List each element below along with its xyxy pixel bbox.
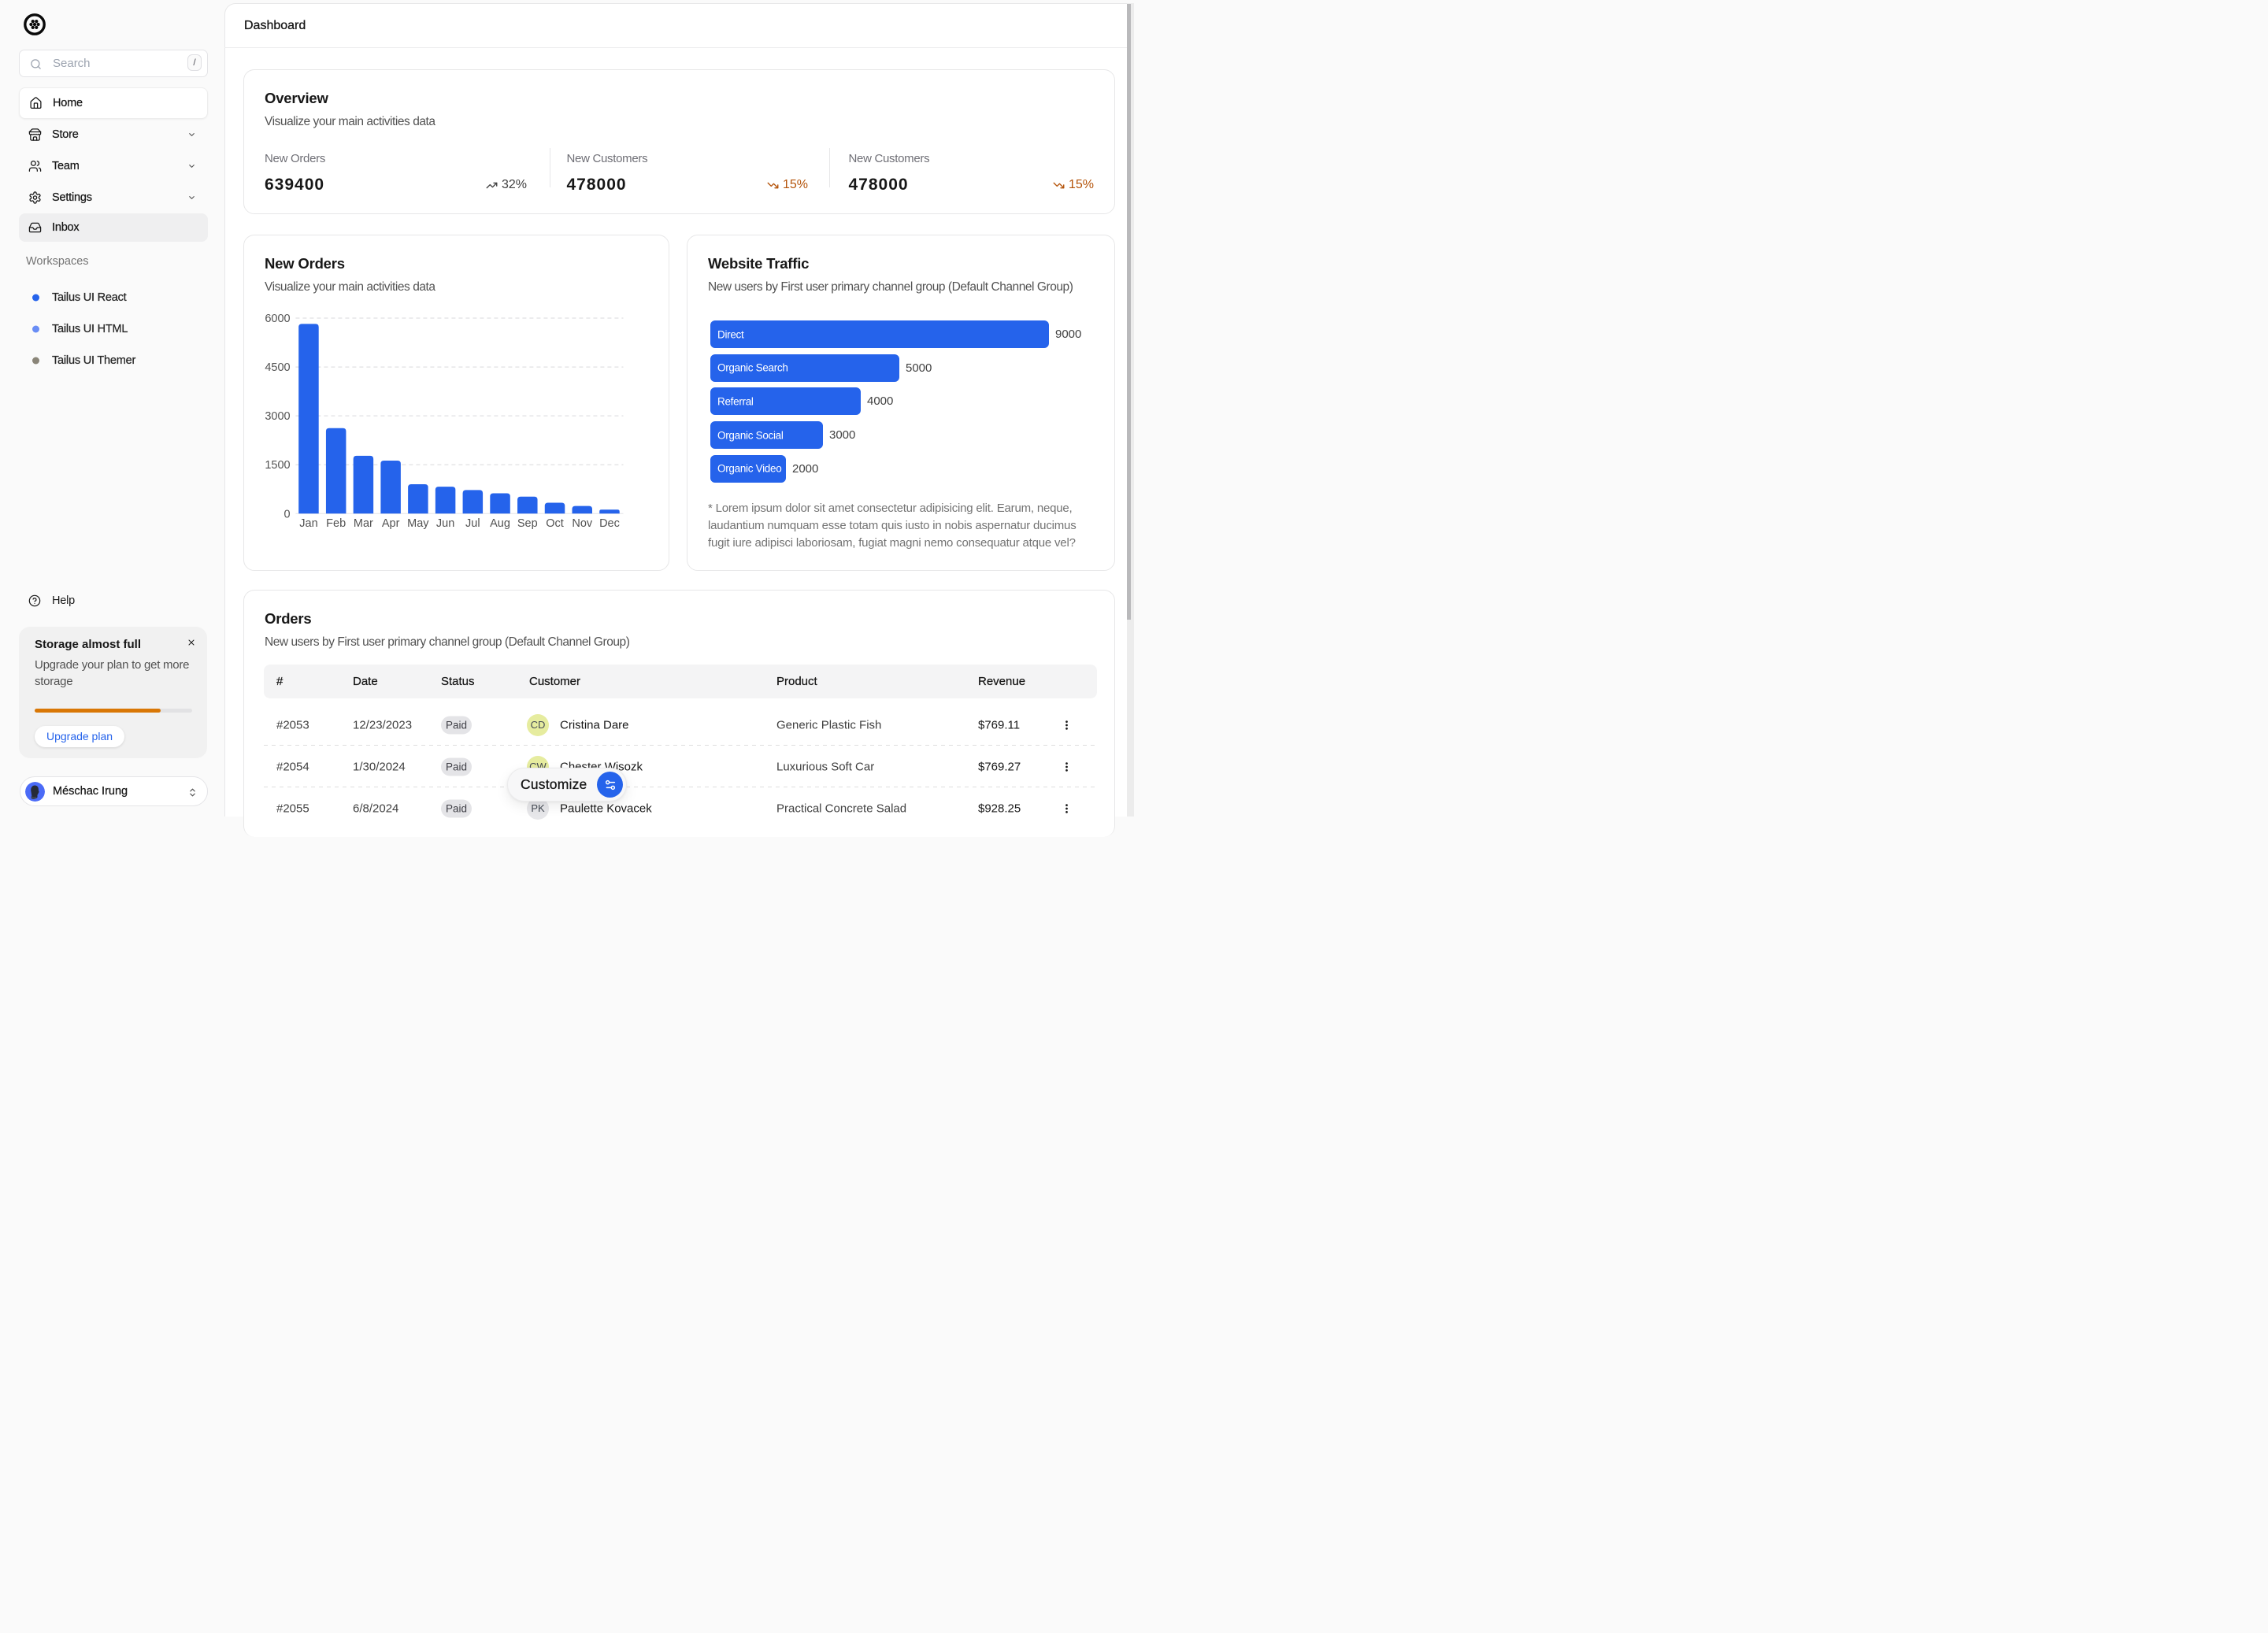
svg-text:4500: 4500 — [265, 361, 290, 374]
svg-text:Mar: Mar — [354, 517, 373, 530]
svg-text:May: May — [407, 517, 429, 530]
svg-text:3000: 3000 — [265, 410, 290, 423]
svg-text:Jan: Jan — [299, 517, 317, 530]
svg-text:Feb: Feb — [326, 517, 346, 530]
svg-text:Nov: Nov — [572, 517, 593, 530]
svg-text:Oct: Oct — [546, 517, 564, 530]
svg-text:Sep: Sep — [517, 517, 538, 530]
svg-text:0: 0 — [284, 508, 291, 520]
svg-text:Apr: Apr — [382, 517, 400, 530]
svg-text:Jul: Jul — [465, 517, 480, 530]
svg-text:Jun: Jun — [436, 517, 454, 530]
svg-text:Dec: Dec — [599, 517, 620, 530]
svg-text:6000: 6000 — [265, 313, 290, 325]
svg-text:1500: 1500 — [265, 459, 290, 472]
svg-text:Aug: Aug — [490, 517, 510, 530]
